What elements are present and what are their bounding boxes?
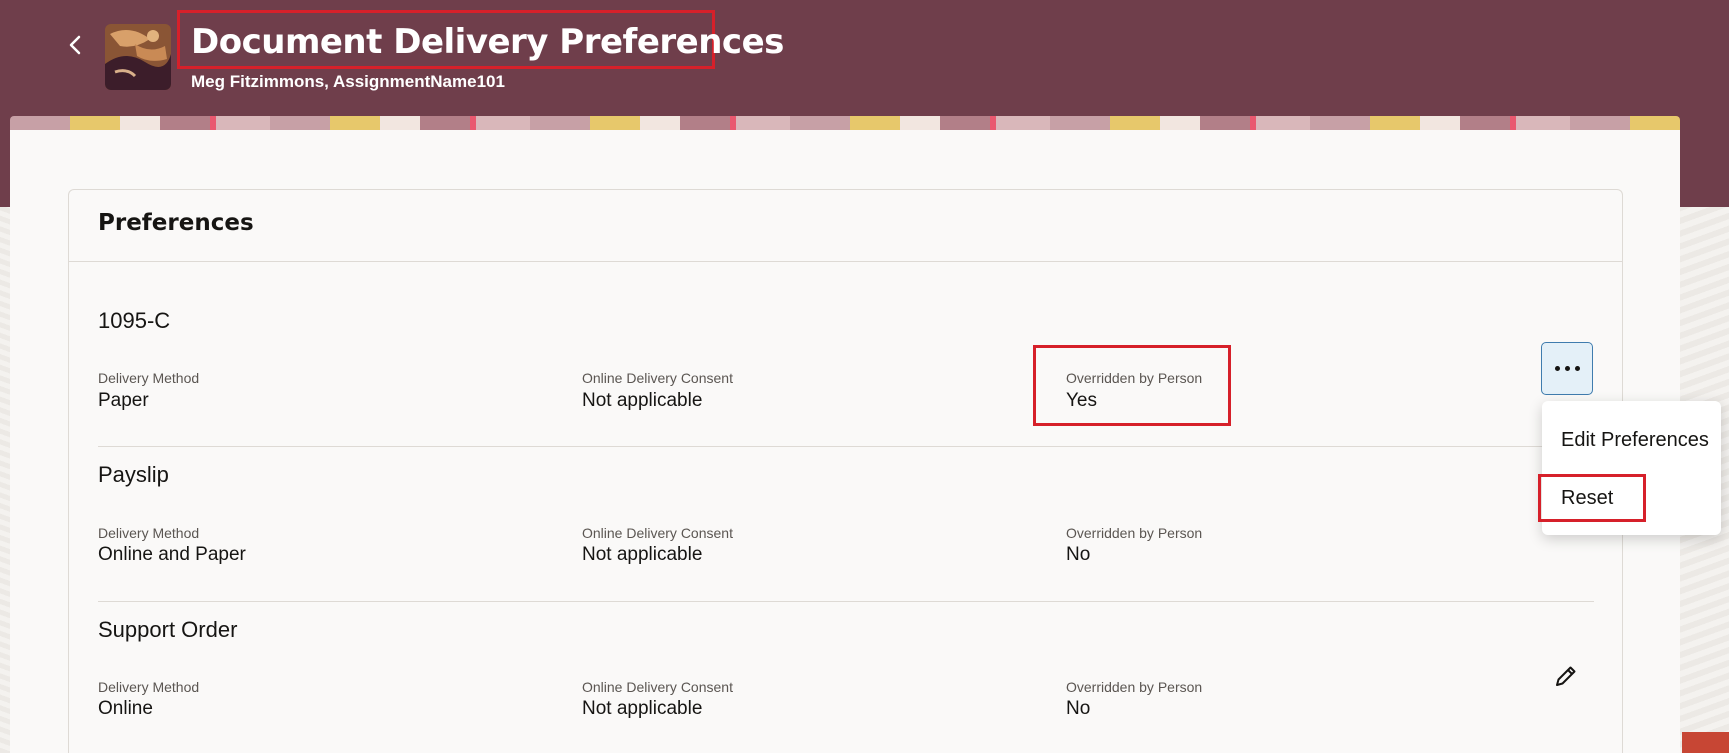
corner-accent <box>1682 732 1729 753</box>
online-consent-label: Online Delivery Consent <box>582 370 733 386</box>
delivery-method-label: Delivery Method <box>98 370 200 386</box>
delivery-method-value: Paper <box>98 390 149 411</box>
back-button[interactable] <box>60 30 90 60</box>
document-title: Support Order <box>98 617 238 642</box>
avatar <box>105 24 171 90</box>
page-subtitle: Meg Fitzimmons, AssignmentName101 <box>191 72 505 91</box>
row-divider <box>98 446 1594 447</box>
avatar-artwork <box>105 24 171 90</box>
overridden-value: Yes <box>1066 390 1097 411</box>
overridden-value: No <box>1066 698 1091 719</box>
page-background-left <box>0 205 10 753</box>
delivery-method-value: Online and Paper <box>98 544 246 565</box>
decorative-banner <box>10 116 1680 130</box>
delivery-method-label: Delivery Method <box>98 679 200 695</box>
chevron-left-icon <box>69 35 81 55</box>
more-actions-button[interactable] <box>1541 342 1593 395</box>
menu-item-edit-preferences[interactable]: Edit Preferences <box>1561 429 1709 452</box>
online-consent-label: Online Delivery Consent <box>582 679 733 695</box>
overridden-label: Overridden by Person <box>1066 525 1203 541</box>
delivery-method-label: Delivery Method <box>98 525 200 541</box>
delivery-method-value: Online <box>98 698 153 719</box>
row-divider <box>98 601 1594 602</box>
overridden-value: No <box>1066 544 1091 565</box>
document-title: Payslip <box>98 462 169 487</box>
online-consent-value: Not applicable <box>582 390 703 411</box>
more-actions-icon <box>1554 366 1580 371</box>
edit-button[interactable] <box>1552 662 1580 690</box>
page-title: Document Delivery Preferences <box>191 22 784 62</box>
online-consent-label: Online Delivery Consent <box>582 525 733 541</box>
overridden-label: Overridden by Person <box>1066 370 1203 386</box>
online-consent-value: Not applicable <box>582 698 703 719</box>
online-consent-value: Not applicable <box>582 544 703 565</box>
section-divider <box>69 261 1622 262</box>
pencil-icon <box>1556 666 1576 686</box>
preferences-card <box>68 189 1623 753</box>
overridden-label: Overridden by Person <box>1066 679 1203 695</box>
reset-highlight-box <box>1538 474 1646 522</box>
section-title: Preferences <box>98 210 254 236</box>
document-title: 1095-C <box>98 308 171 333</box>
